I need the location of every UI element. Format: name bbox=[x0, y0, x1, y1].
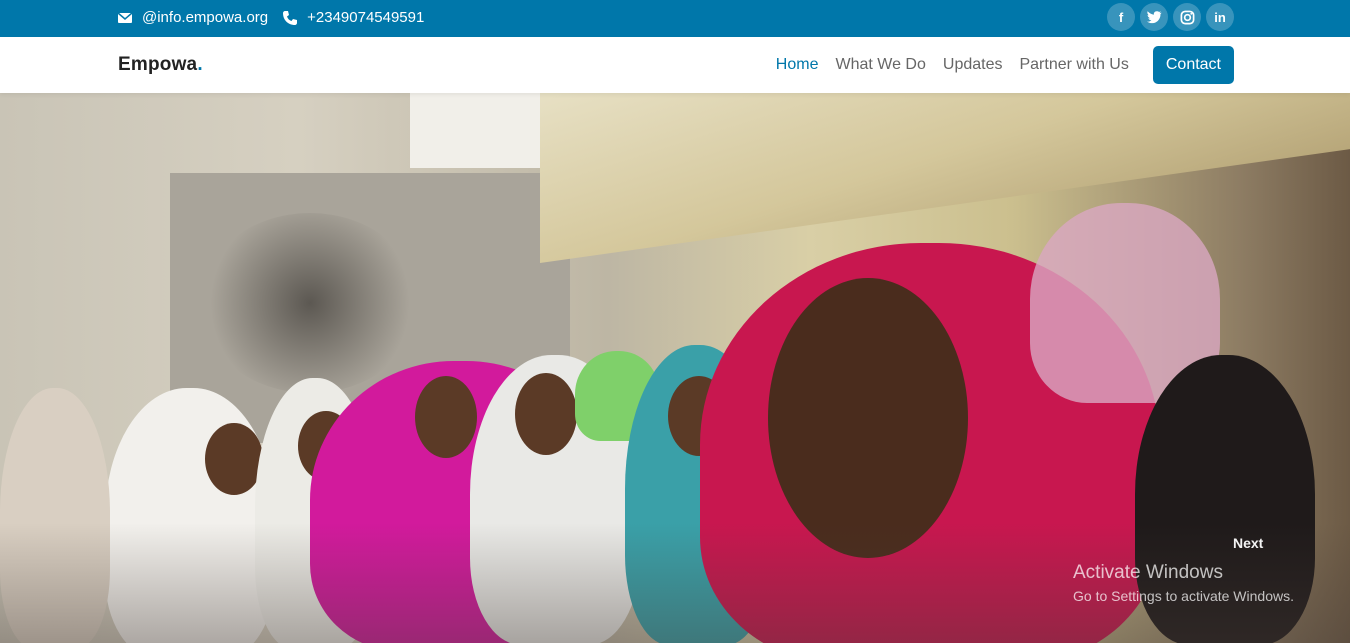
nav-home[interactable]: Home bbox=[776, 56, 819, 74]
main-navbar: Empowa. Home What We Do Updates Partner … bbox=[0, 37, 1350, 93]
social-links: f in bbox=[1107, 3, 1234, 31]
contact-info: @info.empowa.org +2349074549591 bbox=[117, 0, 438, 35]
person-face-3 bbox=[415, 376, 477, 458]
nav-links: Home What We Do Updates Partner with Us … bbox=[759, 46, 1234, 84]
person-face-main bbox=[768, 278, 968, 558]
envelope-icon bbox=[117, 11, 133, 23]
phone-text: +2349074549591 bbox=[307, 9, 425, 26]
hero-smoke-stain bbox=[200, 213, 420, 393]
nav-what-we-do[interactable]: What We Do bbox=[835, 56, 925, 74]
person-face-1 bbox=[205, 423, 263, 495]
carousel-next-button[interactable]: Next bbox=[1233, 535, 1263, 551]
contact-button[interactable]: Contact bbox=[1152, 46, 1234, 84]
brand-dot: . bbox=[197, 54, 203, 75]
twitter-bird-icon bbox=[1146, 10, 1161, 23]
hero-building bbox=[540, 93, 1350, 263]
linkedin-icon[interactable]: in bbox=[1206, 3, 1234, 31]
phone-contact[interactable]: +2349074549591 bbox=[282, 9, 424, 26]
email-contact[interactable]: @info.empowa.org bbox=[117, 9, 268, 26]
os-activation-watermark: Activate Windows Go to Settings to activ… bbox=[1073, 562, 1294, 604]
watermark-subtitle: Go to Settings to activate Windows. bbox=[1073, 588, 1294, 604]
watermark-title: Activate Windows bbox=[1073, 562, 1223, 583]
nav-updates[interactable]: Updates bbox=[943, 56, 1003, 74]
instagram-icon[interactable] bbox=[1173, 3, 1201, 31]
facebook-icon[interactable]: f bbox=[1107, 3, 1135, 31]
twitter-icon[interactable] bbox=[1140, 3, 1168, 31]
phone-icon bbox=[283, 10, 298, 25]
hero-image bbox=[0, 93, 1350, 643]
contact-topbar: @info.empowa.org +2349074549591 f in bbox=[0, 0, 1350, 37]
person-face-4 bbox=[515, 373, 577, 455]
brand-name: Empowa bbox=[118, 54, 198, 75]
brand-logo[interactable]: Empowa. bbox=[118, 54, 203, 76]
nav-partner-with-us[interactable]: Partner with Us bbox=[1019, 56, 1128, 74]
instagram-glyph-icon bbox=[1180, 10, 1194, 24]
email-text: @info.empowa.org bbox=[142, 9, 269, 26]
